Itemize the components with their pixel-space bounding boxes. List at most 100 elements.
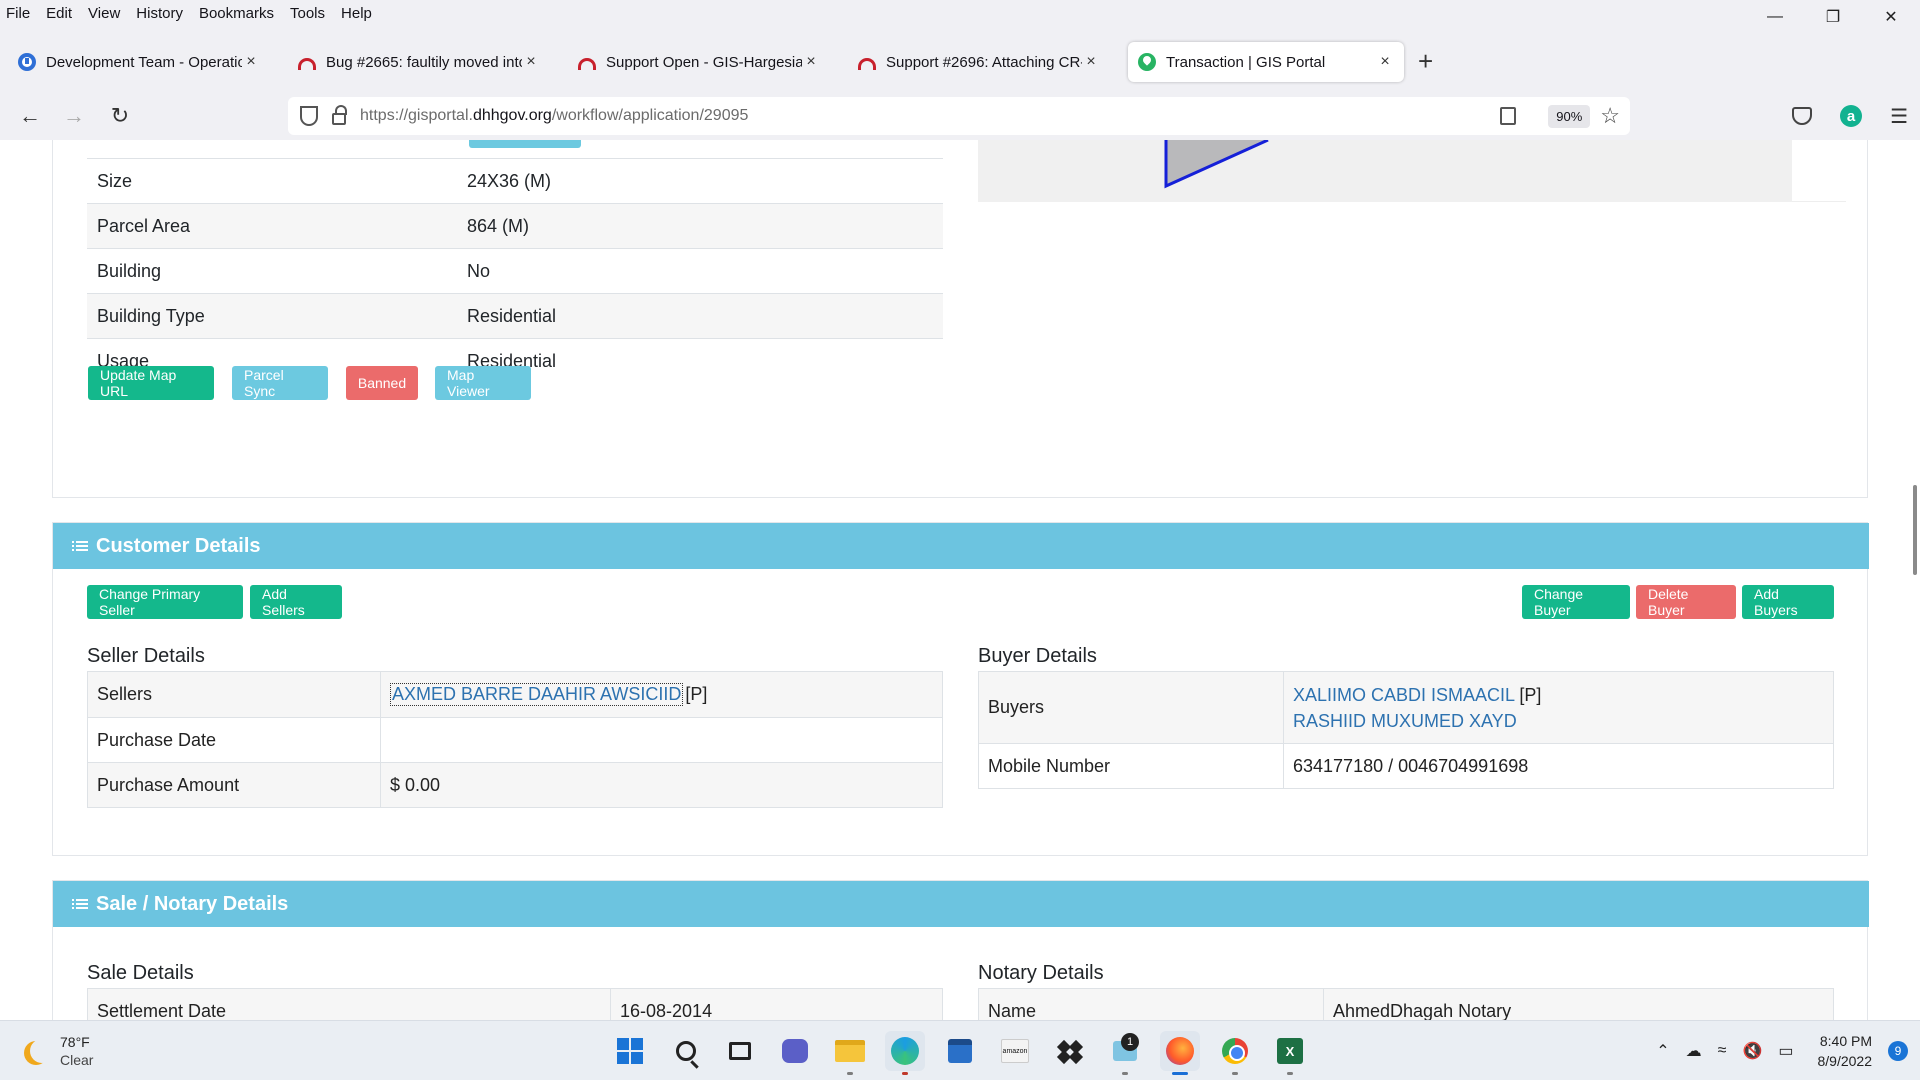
- sale-notary-card: Sale / Notary Details Sale Details Settl…: [52, 880, 1869, 1020]
- restore-icon[interactable]: ❐: [1804, 0, 1862, 34]
- edge-button[interactable]: [885, 1031, 925, 1075]
- tab-support-2696[interactable]: Support #2696: Attaching CR-42 ×: [848, 42, 1110, 82]
- tab-title: Support #2696: Attaching CR-42: [886, 53, 1082, 71]
- map-preview[interactable]: [978, 140, 1792, 202]
- menu-file[interactable]: File: [0, 5, 38, 22]
- url-text[interactable]: https://gisportal.dhhgov.org/workflow/ap…: [360, 107, 748, 125]
- customer-details-header: Customer Details: [53, 523, 1869, 569]
- page-scrollbar[interactable]: [1910, 140, 1920, 1020]
- mail-button[interactable]: 1: [1105, 1031, 1145, 1075]
- weather-text: 78°F Clear: [60, 1033, 93, 1069]
- scrollbar-thumb[interactable]: [1913, 485, 1917, 575]
- row-value: 24X36 (M): [467, 170, 552, 191]
- close-tab-icon[interactable]: ×: [242, 53, 260, 71]
- running-indicator: [1122, 1072, 1128, 1075]
- add-sellers-button[interactable]: Add Sellers: [250, 585, 342, 619]
- taskbar: 78°F Clear amazon 1 X ⌃ ☁ ≈ 🔇 ▭ 8:40 PM …: [0, 1020, 1920, 1080]
- tab-support-open[interactable]: Support Open - GIS-Hargesia - ×: [568, 42, 830, 82]
- excel-button[interactable]: X: [1270, 1031, 1310, 1075]
- row-label: Buyers: [988, 697, 1045, 717]
- lock-icon[interactable]: [332, 105, 347, 125]
- app-menu-icon[interactable]: ☰: [1890, 104, 1908, 129]
- table-row: Size 24X36 (M): [87, 158, 943, 203]
- change-primary-seller-button[interactable]: Change Primary Seller: [87, 585, 243, 619]
- section-title: Customer Details: [96, 534, 261, 557]
- start-button[interactable]: [610, 1031, 650, 1071]
- running-indicator: [1287, 1072, 1293, 1075]
- file-explorer-button[interactable]: [830, 1031, 870, 1075]
- dropbox-icon: [1056, 1039, 1084, 1065]
- address-bar[interactable]: https://gisportal.dhhgov.org/workflow/ap…: [288, 97, 1630, 135]
- wifi-icon[interactable]: ≈: [1718, 1042, 1727, 1060]
- row-label: Purchase Amount: [97, 774, 240, 795]
- buyer-link[interactable]: RASHIID MUXUMED XAYD: [1293, 708, 1517, 734]
- tracking-protection-icon[interactable]: [300, 106, 318, 126]
- menu-edit[interactable]: Edit: [38, 5, 80, 22]
- new-tab-icon[interactable]: +: [1418, 46, 1433, 77]
- buyers-value: XALIIMO CABDI ISMAACIL [P] RASHIID MUXUM…: [1283, 672, 1835, 743]
- menu-bookmarks[interactable]: Bookmarks: [191, 5, 282, 22]
- reload-icon[interactable]: ↻: [104, 100, 136, 132]
- teams-chat-button[interactable]: [775, 1031, 815, 1071]
- zoom-level[interactable]: 90%: [1548, 104, 1591, 128]
- store-button[interactable]: [940, 1031, 980, 1071]
- seller-details-heading: Seller Details: [87, 645, 205, 667]
- row-label: Sellers: [97, 684, 153, 704]
- delete-buyer-button[interactable]: Delete Buyer: [1636, 585, 1736, 619]
- back-icon[interactable]: ←: [14, 100, 46, 132]
- chat-icon: [782, 1039, 808, 1063]
- firefox-button[interactable]: [1160, 1031, 1200, 1075]
- add-buyers-button[interactable]: Add Buyers: [1742, 585, 1834, 619]
- parcel-sync-button[interactable]: Parcel Sync: [232, 366, 328, 400]
- close-tab-icon[interactable]: ×: [522, 53, 540, 71]
- menu-help[interactable]: Help: [333, 5, 380, 22]
- onedrive-icon[interactable]: ☁: [1686, 1041, 1702, 1061]
- tab-development-team[interactable]: Development Team - Operation ×: [8, 42, 270, 82]
- mobile-number-value: 634177180 / 0046704991698: [1283, 744, 1835, 788]
- chrome-button[interactable]: [1215, 1031, 1255, 1075]
- parcel-shape: [1164, 140, 1269, 189]
- pocket-icon[interactable]: [1792, 107, 1813, 125]
- seller-link[interactable]: AXMED BARRE DAAHIR AWSICIID: [390, 683, 684, 706]
- task-view-button[interactable]: [720, 1031, 760, 1071]
- weather-widget[interactable]: 78°F Clear: [24, 1033, 93, 1069]
- tab-bug-2665[interactable]: Bug #2665: faultily moved into ×: [288, 42, 550, 82]
- volume-muted-icon[interactable]: 🔇: [1742, 1041, 1762, 1061]
- clock[interactable]: 8:40 PM 8/9/2022: [1818, 1031, 1873, 1071]
- temperature: 78°F: [60, 1034, 90, 1050]
- redmine-icon: [858, 58, 876, 70]
- bookmark-star-icon[interactable]: ☆: [1600, 103, 1620, 129]
- row-value: No: [467, 260, 491, 281]
- buyer-link[interactable]: XALIIMO CABDI ISMAACIL: [1293, 685, 1514, 705]
- change-buyer-button[interactable]: Change Buyer: [1522, 585, 1630, 619]
- account-icon[interactable]: a: [1840, 105, 1863, 127]
- close-window-icon[interactable]: ✕: [1862, 0, 1920, 34]
- amazon-button[interactable]: amazon: [995, 1031, 1035, 1071]
- map-preview-frame: [978, 140, 1846, 202]
- dropbox-button[interactable]: [1050, 1031, 1090, 1071]
- banned-button[interactable]: Banned: [346, 366, 418, 400]
- chrome-icon: [1222, 1038, 1248, 1064]
- minimize-icon[interactable]: —: [1746, 0, 1804, 34]
- map-viewer-button[interactable]: Map Viewer: [435, 366, 531, 400]
- notification-badge[interactable]: 9: [1888, 1041, 1908, 1061]
- menu-tools[interactable]: Tools: [282, 5, 333, 22]
- forward-icon[interactable]: →: [58, 100, 90, 132]
- menu-view[interactable]: View: [80, 5, 128, 22]
- close-tab-icon[interactable]: ×: [1376, 53, 1394, 71]
- tab-transaction-gis-portal[interactable]: Transaction | GIS Portal ×: [1128, 42, 1404, 82]
- battery-icon[interactable]: ▭: [1778, 1041, 1793, 1061]
- partial-button[interactable]: [469, 140, 581, 148]
- redmine-icon: [578, 58, 596, 70]
- menu-history[interactable]: History: [128, 5, 191, 22]
- close-tab-icon[interactable]: ×: [1082, 53, 1100, 71]
- list-icon: [72, 899, 88, 909]
- search-button[interactable]: [666, 1031, 706, 1071]
- reader-view-icon[interactable]: [1500, 107, 1517, 125]
- close-tab-icon[interactable]: ×: [802, 53, 820, 71]
- row-label: Name: [988, 1001, 1037, 1020]
- primary-flag: [P]: [1519, 684, 1542, 705]
- row-label: Building: [97, 260, 162, 281]
- update-map-url-button[interactable]: Update Map URL: [88, 366, 214, 400]
- chevron-up-icon[interactable]: ⌃: [1656, 1041, 1669, 1061]
